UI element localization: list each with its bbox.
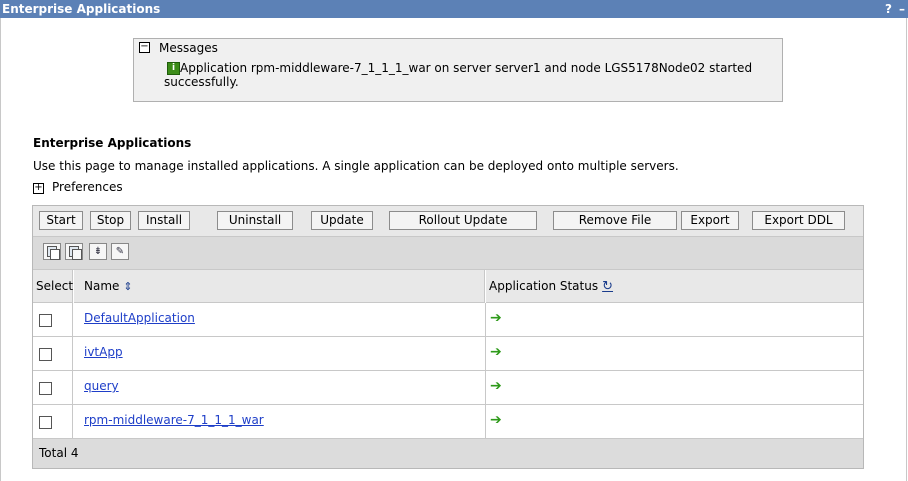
messages-box: − Messages i Application rpm-middleware-… [133, 38, 783, 102]
applications-table: Start Stop Install Uninstall Update Roll… [32, 205, 864, 469]
name-cell: DefaultApplication [74, 303, 486, 336]
column-header-select: Select [33, 270, 73, 303]
start-button[interactable]: Start [39, 211, 83, 230]
button-bar: Start Stop Install Uninstall Update Roll… [33, 206, 863, 237]
export-button[interactable]: Export [681, 211, 739, 230]
preferences-link[interactable]: Preferences [52, 180, 123, 194]
preferences-expand-icon[interactable]: + [33, 183, 44, 194]
table-total: Total 4 [33, 439, 863, 468]
select-cell [33, 371, 73, 404]
application-link[interactable]: query [84, 379, 119, 393]
messages-collapse-icon[interactable]: − [139, 42, 150, 53]
started-status-icon: ➔ [490, 412, 502, 428]
table-row: ivtApp ➔ [33, 337, 863, 371]
started-status-icon: ➔ [490, 378, 502, 394]
message-text: Application rpm-middleware-7_1_1_1_war o… [164, 61, 753, 89]
application-link[interactable]: rpm-middleware-7_1_1_1_war [84, 413, 264, 427]
show-filter-icon[interactable]: ⇟ [89, 243, 107, 260]
section-heading: Enterprise Applications [33, 136, 192, 150]
status-cell: ➔ [486, 337, 863, 370]
status-cell: ➔ [486, 371, 863, 404]
select-cell [33, 303, 73, 336]
deselect-all-icon[interactable] [65, 243, 83, 260]
select-cell [33, 337, 73, 370]
table-row: query ➔ [33, 371, 863, 405]
select-cell [33, 405, 73, 438]
name-cell: query [74, 371, 486, 404]
row-checkbox[interactable] [39, 382, 52, 395]
sort-icon[interactable]: ⇕ [123, 270, 132, 303]
refresh-status-icon[interactable]: ↻ [602, 270, 613, 303]
page-description: Use this page to manage installed applic… [33, 159, 679, 173]
edit-filter-icon[interactable]: ✎ [111, 243, 129, 260]
row-checkbox[interactable] [39, 314, 52, 327]
column-header-status-label: Application Status [489, 279, 599, 293]
started-status-icon: ➔ [490, 310, 502, 326]
select-all-icon[interactable] [43, 243, 61, 260]
started-status-icon: ➔ [490, 344, 502, 360]
application-link[interactable]: ivtApp [84, 345, 123, 359]
portlet-title: Enterprise Applications [2, 2, 161, 16]
messages-title: Messages [159, 41, 218, 55]
stop-button[interactable]: Stop [90, 211, 131, 230]
application-link[interactable]: DefaultApplication [84, 311, 195, 325]
table-toolbar: ⇟ ✎ [33, 237, 863, 270]
export-ddl-button[interactable]: Export DDL [752, 211, 845, 230]
column-header-status: Application Status ↻ [486, 270, 863, 303]
install-button[interactable]: Install [138, 211, 190, 230]
status-cell: ➔ [486, 405, 863, 438]
name-cell: rpm-middleware-7_1_1_1_war [74, 405, 486, 438]
portlet-title-bar: Enterprise Applications ? – [0, 0, 908, 18]
table-row: rpm-middleware-7_1_1_1_war ➔ [33, 405, 863, 439]
row-checkbox[interactable] [39, 416, 52, 429]
table-row: DefaultApplication ➔ [33, 303, 863, 337]
minimize-icon[interactable]: – [899, 0, 905, 18]
update-button[interactable]: Update [311, 211, 373, 230]
remove-file-button[interactable]: Remove File [553, 211, 677, 230]
row-checkbox[interactable] [39, 348, 52, 361]
status-cell: ➔ [486, 303, 863, 336]
column-header-name[interactable]: Name ⇕ [74, 270, 485, 303]
column-header-name-label: Name [84, 279, 120, 293]
uninstall-button[interactable]: Uninstall [217, 211, 293, 230]
help-icon[interactable]: ? [885, 0, 892, 18]
name-cell: ivtApp [74, 337, 486, 370]
rollout-update-button[interactable]: Rollout Update [389, 211, 537, 230]
